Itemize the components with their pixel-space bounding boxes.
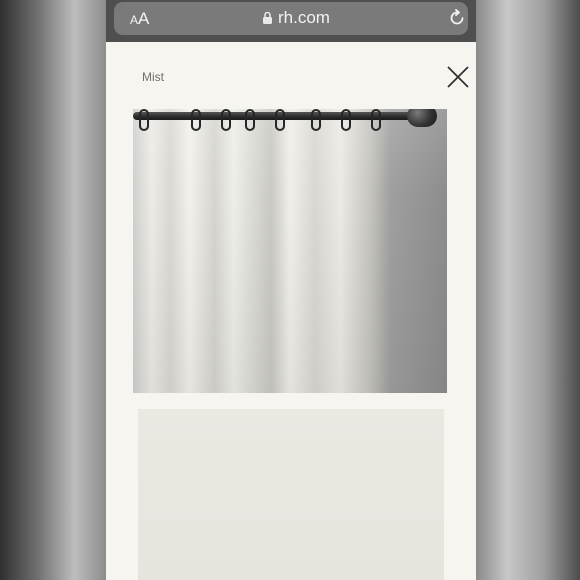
text-size-small-a: A	[130, 13, 139, 27]
close-icon[interactable]	[446, 65, 470, 89]
swatch-name: Mist	[142, 70, 164, 84]
reload-icon[interactable]	[448, 9, 466, 27]
lock-icon	[262, 11, 273, 25]
curtain-rod-finial	[407, 109, 437, 127]
fabric-swatch-image	[138, 409, 444, 580]
url-display[interactable]: rh.com	[262, 8, 330, 28]
background-right	[476, 0, 580, 580]
browser-toolbar: AA rh.com	[106, 0, 476, 42]
text-size-large-a: A	[138, 9, 150, 28]
phone-screen: AA rh.com Mist	[106, 0, 476, 580]
address-bar[interactable]: AA rh.com	[114, 2, 468, 35]
curtain-ring	[221, 109, 231, 131]
curtain-ring	[275, 109, 285, 131]
curtain-fabric-shading	[133, 109, 447, 393]
text-size-button[interactable]: AA	[130, 9, 149, 29]
domain-text: rh.com	[278, 8, 330, 27]
swatch-modal: Mist	[106, 42, 476, 580]
curtain-product-image	[133, 109, 447, 393]
curtain-ring	[371, 109, 381, 131]
curtain-ring	[245, 109, 255, 131]
curtain-ring	[139, 109, 149, 131]
curtain-ring	[341, 109, 351, 131]
background-left	[0, 0, 106, 580]
curtain-ring	[191, 109, 201, 131]
curtain-ring	[311, 109, 321, 131]
